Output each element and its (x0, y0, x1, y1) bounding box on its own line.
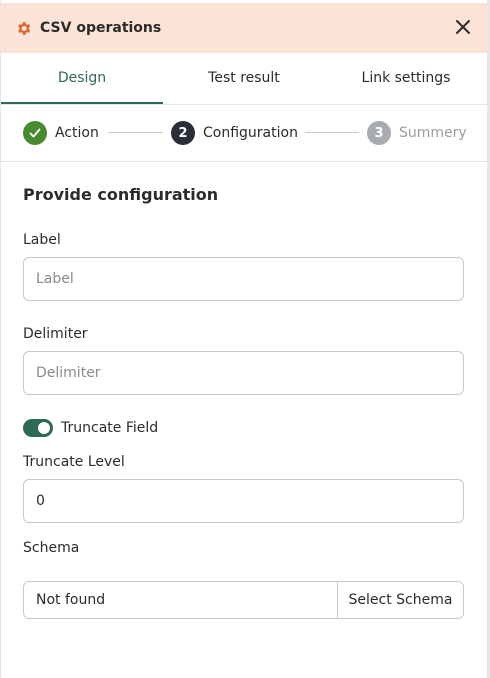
schema-label: Schema (23, 540, 80, 556)
step-connector (108, 132, 163, 133)
check-icon (23, 121, 47, 145)
gear-icon (15, 20, 32, 37)
close-icon[interactable] (454, 18, 472, 36)
step-number: 2 (171, 121, 195, 145)
select-schema-button[interactable]: Select Schema (337, 582, 463, 618)
step-summery[interactable]: 3 Summery (367, 121, 467, 145)
truncate-level-label: Truncate Level (23, 454, 125, 470)
truncate-field-label: Truncate Field (61, 420, 159, 436)
label-field-label: Label (23, 232, 61, 248)
step-connector (305, 132, 359, 133)
step-label: Configuration (203, 125, 298, 141)
delimiter-input[interactable] (23, 351, 464, 395)
form-title: Provide configuration (23, 185, 219, 204)
schema-value: Not found (36, 592, 106, 608)
step-label: Action (55, 125, 99, 141)
tab-test-result[interactable]: Test result (163, 53, 325, 104)
schema-selector: Not found Select Schema (23, 581, 464, 619)
step-label: Summery (399, 125, 467, 141)
step-configuration[interactable]: 2 Configuration (171, 121, 298, 145)
tab-bar: Design Test result Link settings (1, 53, 488, 105)
truncate-field-toggle[interactable] (23, 419, 53, 437)
step-number: 3 (367, 121, 391, 145)
tab-link-settings[interactable]: Link settings (325, 53, 487, 104)
truncate-field-row: Truncate Field (23, 419, 158, 437)
panel-header: CSV operations (1, 3, 488, 53)
csv-operations-panel: CSV operations Design Test result Link s… (0, 0, 490, 678)
label-input[interactable] (23, 257, 464, 301)
stepper: Action 2 Configuration 3 Summery (1, 105, 488, 162)
tab-design[interactable]: Design (1, 53, 163, 104)
panel-title: CSV operations (40, 20, 162, 36)
toggle-knob (38, 422, 50, 434)
step-action[interactable]: Action (23, 121, 99, 145)
truncate-level-input[interactable] (23, 479, 464, 523)
delimiter-field-label: Delimiter (23, 326, 88, 342)
